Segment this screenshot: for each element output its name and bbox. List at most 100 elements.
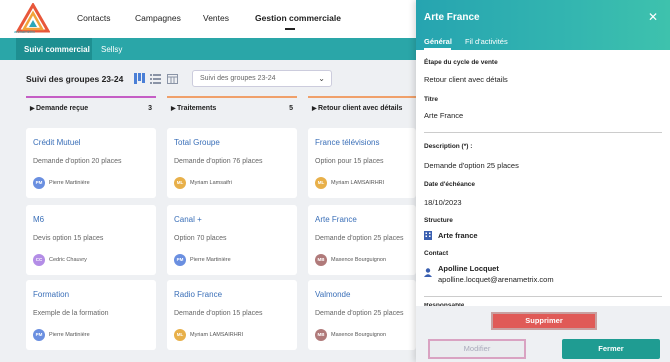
column-header[interactable]: ▶ Traitements 5: [167, 96, 297, 116]
card-description: Demande d'option 20 places: [33, 158, 122, 165]
card-title[interactable]: Valmonde: [315, 290, 350, 299]
kanban-column-traitements: ▶ Traitements 5 Total Groupe Demande d'o…: [167, 96, 297, 362]
opportunity-card[interactable]: Radio France Demande d'option 15 places …: [167, 280, 297, 350]
contact-email[interactable]: apolline.locquet@arenametrix.com: [438, 275, 554, 284]
card-title[interactable]: Radio France: [174, 290, 222, 299]
card-owner: Myriam LAMSAIRHRI: [331, 180, 385, 186]
column-count: 5: [289, 105, 293, 112]
opportunity-card[interactable]: Crédit Mutuel Demande d'option 20 places…: [26, 128, 156, 198]
caret-right-icon: ▶: [171, 106, 176, 112]
card-description: Demande d'option 25 places: [315, 310, 404, 317]
avatar: ML: [315, 177, 327, 189]
chevron-down-icon: ⌄: [318, 74, 325, 83]
caret-right-icon: ▶: [312, 106, 317, 112]
subtab-label: Suivi commercial: [24, 45, 90, 54]
card-description: Devis option 15 places: [33, 235, 104, 242]
nav-active-indicator: [285, 28, 295, 30]
divider: [424, 296, 662, 297]
avatar: MB: [315, 329, 327, 341]
subtab-sellsy[interactable]: Sellsy: [101, 38, 141, 60]
card-owner: Pierre Martinière: [49, 332, 90, 338]
date-label: Date d'échéance: [424, 181, 476, 188]
card-description: Demande d'option 76 places: [174, 158, 263, 165]
avatar: PM: [174, 254, 186, 266]
nav-ventes[interactable]: Ventes: [203, 13, 229, 23]
tab-active-indicator: [424, 48, 451, 50]
description-label: Description (*) :: [424, 143, 473, 150]
etape-value[interactable]: Retour client avec détails: [424, 75, 508, 84]
card-title[interactable]: Canal +: [174, 215, 202, 224]
close-icon[interactable]: ✕: [648, 10, 658, 24]
panel-header: Arte France ✕ Général Fil d'activités: [416, 0, 670, 50]
tab-general[interactable]: Général: [424, 37, 452, 46]
person-icon: [424, 268, 432, 277]
column-count: 3: [148, 105, 152, 112]
nav-contacts[interactable]: Contacts: [77, 13, 111, 23]
subtab-suivi-commercial[interactable]: Suivi commercial: [16, 38, 92, 60]
column-header[interactable]: ▶ Demande reçue 3: [26, 96, 156, 116]
opportunity-card[interactable]: Total Groupe Demande d'option 76 places …: [167, 128, 297, 198]
opportunity-card[interactable]: Valmonde Demande d'option 25 places MB M…: [308, 280, 416, 350]
kanban-column-retour-client: ▶ Retour client avec détails France télé…: [308, 96, 416, 362]
avatar: MB: [315, 254, 327, 266]
card-owner: Pierre Martinière: [49, 180, 90, 186]
avatar: ML: [174, 177, 186, 189]
subtab-label: Sellsy: [101, 45, 123, 54]
column-title: Retour client avec détails: [318, 105, 403, 112]
opportunity-card[interactable]: France télévisions Option pour 15 places…: [308, 128, 416, 198]
opportunity-card[interactable]: M6 Devis option 15 places CC Cedric Chau…: [26, 205, 156, 275]
divider: [424, 132, 662, 133]
card-title[interactable]: Arte France: [315, 215, 357, 224]
calendar-view-icon[interactable]: [167, 73, 178, 84]
opportunity-card[interactable]: Canal + Option 70 places PM Pierre Marti…: [167, 205, 297, 275]
contact-label: Contact: [424, 250, 449, 257]
kanban-view-icon[interactable]: [134, 73, 145, 84]
card-description: Option pour 15 places: [315, 158, 384, 165]
avatar: PM: [33, 177, 45, 189]
description-value[interactable]: Demande d'option 25 places: [424, 161, 519, 170]
panel-title: Arte France: [424, 12, 480, 23]
titre-value[interactable]: Arte France: [424, 111, 463, 120]
caret-right-icon: ▶: [30, 106, 35, 112]
avatar: ML: [174, 329, 186, 341]
card-title[interactable]: Formation: [33, 290, 69, 299]
nav-campagnes[interactable]: Campagnes: [135, 13, 181, 23]
column-title: Demande reçue: [36, 105, 89, 112]
close-button[interactable]: Fermer: [562, 339, 660, 359]
card-title[interactable]: M6: [33, 215, 44, 224]
card-description: Exemple de la formation: [33, 310, 109, 317]
card-title[interactable]: France télévisions: [315, 138, 379, 147]
group-select-value: Suivi des groupes 23-24: [200, 75, 276, 82]
avatar: PM: [33, 329, 45, 341]
column-header[interactable]: ▶ Retour client avec détails: [308, 96, 416, 116]
card-owner: Maxence Bourguignon: [331, 332, 387, 338]
structure-value[interactable]: Arte france: [438, 231, 478, 240]
opportunity-card[interactable]: Formation Exemple de la formation PM Pie…: [26, 280, 156, 350]
card-owner: Myriam Lamsaifri: [190, 180, 232, 186]
card-owner: Pierre Martinière: [190, 257, 231, 263]
page-title: Suivi des groupes 23-24: [26, 74, 124, 84]
tab-fil-activites[interactable]: Fil d'activités: [465, 37, 508, 46]
avatar: CC: [33, 254, 45, 266]
card-title[interactable]: Crédit Mutuel: [33, 138, 81, 147]
structure-label: Structure: [424, 217, 453, 224]
card-owner: Maxence Bourguignon: [331, 257, 387, 263]
group-select[interactable]: Suivi des groupes 23-24 ⌄: [192, 70, 332, 87]
opportunity-card[interactable]: Arte France Demande d'option 25 places M…: [308, 205, 416, 275]
nav-gestion-commerciale[interactable]: Gestion commerciale: [255, 13, 341, 23]
card-description: Demande d'option 15 places: [174, 310, 263, 317]
opportunity-detail-panel: Arte France ✕ Général Fil d'activités Ét…: [416, 0, 670, 362]
card-title[interactable]: Total Groupe: [174, 138, 220, 147]
card-owner: Cedric Chauvry: [49, 257, 87, 263]
list-view-icon[interactable]: [150, 73, 161, 84]
kanban-column-demande-recue: ▶ Demande reçue 3 Crédit Mutuel Demande …: [26, 96, 156, 362]
edit-button[interactable]: Modifier: [428, 339, 526, 359]
date-value[interactable]: 18/10/2023: [424, 198, 462, 207]
building-icon: [424, 231, 432, 240]
contact-name[interactable]: Apolline Locquet: [438, 264, 499, 273]
logo-text: arenametrix: [14, 29, 36, 34]
column-title: Traitements: [177, 105, 217, 112]
delete-button[interactable]: Supprimer: [491, 312, 597, 330]
card-description: Demande d'option 25 places: [315, 235, 404, 242]
titre-label: Titre: [424, 96, 438, 103]
